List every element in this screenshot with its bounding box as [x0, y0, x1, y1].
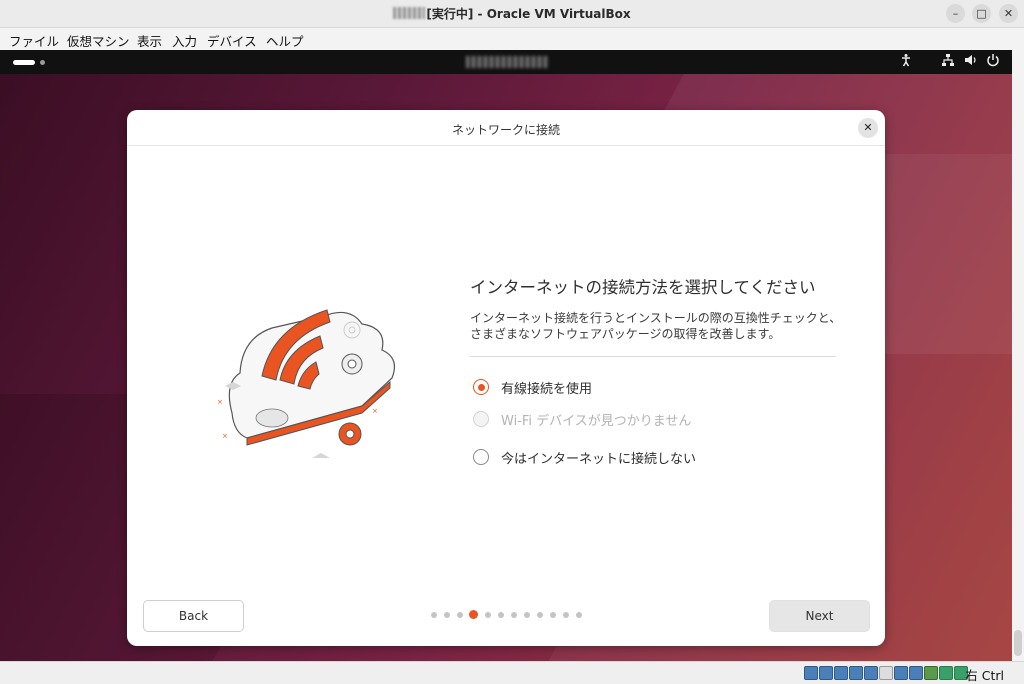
dialog-close-icon[interactable]: ✕ [858, 118, 878, 138]
vm-statusbar: 右 Ctrl [0, 661, 1024, 684]
network-adapter-icon[interactable] [849, 666, 863, 680]
menu-help[interactable]: ヘルプ [266, 31, 304, 50]
step-dot [444, 612, 450, 618]
step-dot [498, 612, 504, 618]
svg-text:×: × [222, 432, 228, 440]
menu-view[interactable]: 表示 [137, 31, 162, 50]
step-dot [550, 612, 556, 618]
accessibility-icon[interactable] [899, 53, 913, 71]
step-dot [485, 612, 491, 618]
dialog-title: ネットワークに接続 [451, 123, 560, 137]
menubar: ファイル 仮想マシン 表示 入力 デバイス ヘルプ [0, 28, 1024, 50]
usb-icon[interactable] [864, 666, 878, 680]
option-label: 今はインターネットに接続しない [501, 452, 697, 467]
host-key-label: 右 Ctrl [965, 668, 1004, 683]
scrollbar-thumb[interactable] [1014, 630, 1022, 656]
audio-icon[interactable] [834, 666, 848, 680]
radio-button-selected[interactable] [473, 379, 489, 395]
workspace-dot [40, 60, 45, 65]
redacted-vm-name [393, 7, 426, 19]
vm-scrollbar[interactable] [1012, 50, 1024, 661]
activities-indicator[interactable] [13, 60, 35, 65]
installer-dialog: ネットワークに接続 ✕ × × × インターネットの接続方法を選択してください … [127, 110, 885, 646]
window-titlebar: [実行中] - Oracle VM VirtualBox – □ ✕ [0, 0, 1024, 28]
menu-machine[interactable]: 仮想マシン [67, 31, 130, 50]
network-illustration: × × × [212, 288, 402, 463]
step-dot [524, 612, 530, 618]
cpu-icon[interactable] [924, 666, 938, 680]
page-description: インターネット接続を行うとインストールの際の互換性チェックと、さまざまなソフトウ… [470, 311, 842, 341]
step-dot [563, 612, 569, 618]
radio-button[interactable] [473, 449, 489, 465]
hard-disk-icon[interactable] [804, 666, 818, 680]
video-capture-icon[interactable] [909, 666, 923, 680]
option-label: 有線接続を使用 [501, 382, 593, 397]
step-dot [576, 612, 582, 618]
optical-drive-icon[interactable] [819, 666, 833, 680]
back-button[interactable]: Back [143, 600, 244, 632]
step-dot [431, 612, 437, 618]
svg-text:×: × [217, 398, 223, 406]
option-label: Wi-Fi デバイスが見つかりません [501, 414, 692, 429]
svg-text:×: × [372, 407, 378, 415]
display-icon[interactable] [894, 666, 908, 680]
maximize-icon[interactable]: □ [972, 4, 991, 23]
step-dot [511, 612, 517, 618]
menu-input[interactable]: 入力 [172, 31, 197, 50]
power-icon[interactable] [986, 53, 1000, 71]
window-title: [実行中] - Oracle VM VirtualBox [0, 5, 1024, 22]
redacted-clock[interactable] [466, 56, 548, 68]
close-icon[interactable]: ✕ [999, 4, 1018, 23]
guest-additions-icon[interactable] [939, 666, 953, 680]
next-button[interactable]: Next [769, 600, 870, 632]
menu-devices[interactable]: デバイス [207, 31, 257, 50]
radio-button-disabled [473, 411, 489, 427]
gnome-top-panel [0, 50, 1012, 74]
shared-folder-icon[interactable] [879, 666, 893, 680]
step-dot [537, 612, 543, 618]
page-heading: インターネットの接続方法を選択してください [470, 278, 816, 297]
minimize-icon[interactable]: – [946, 4, 965, 23]
step-dot [457, 612, 463, 618]
step-dot-active [469, 610, 478, 619]
menu-file[interactable]: ファイル [9, 31, 59, 50]
dialog-header: ネットワークに接続 ✕ [127, 110, 885, 146]
network-icon[interactable] [941, 53, 955, 71]
divider [470, 356, 836, 357]
volume-icon[interactable] [964, 53, 978, 71]
